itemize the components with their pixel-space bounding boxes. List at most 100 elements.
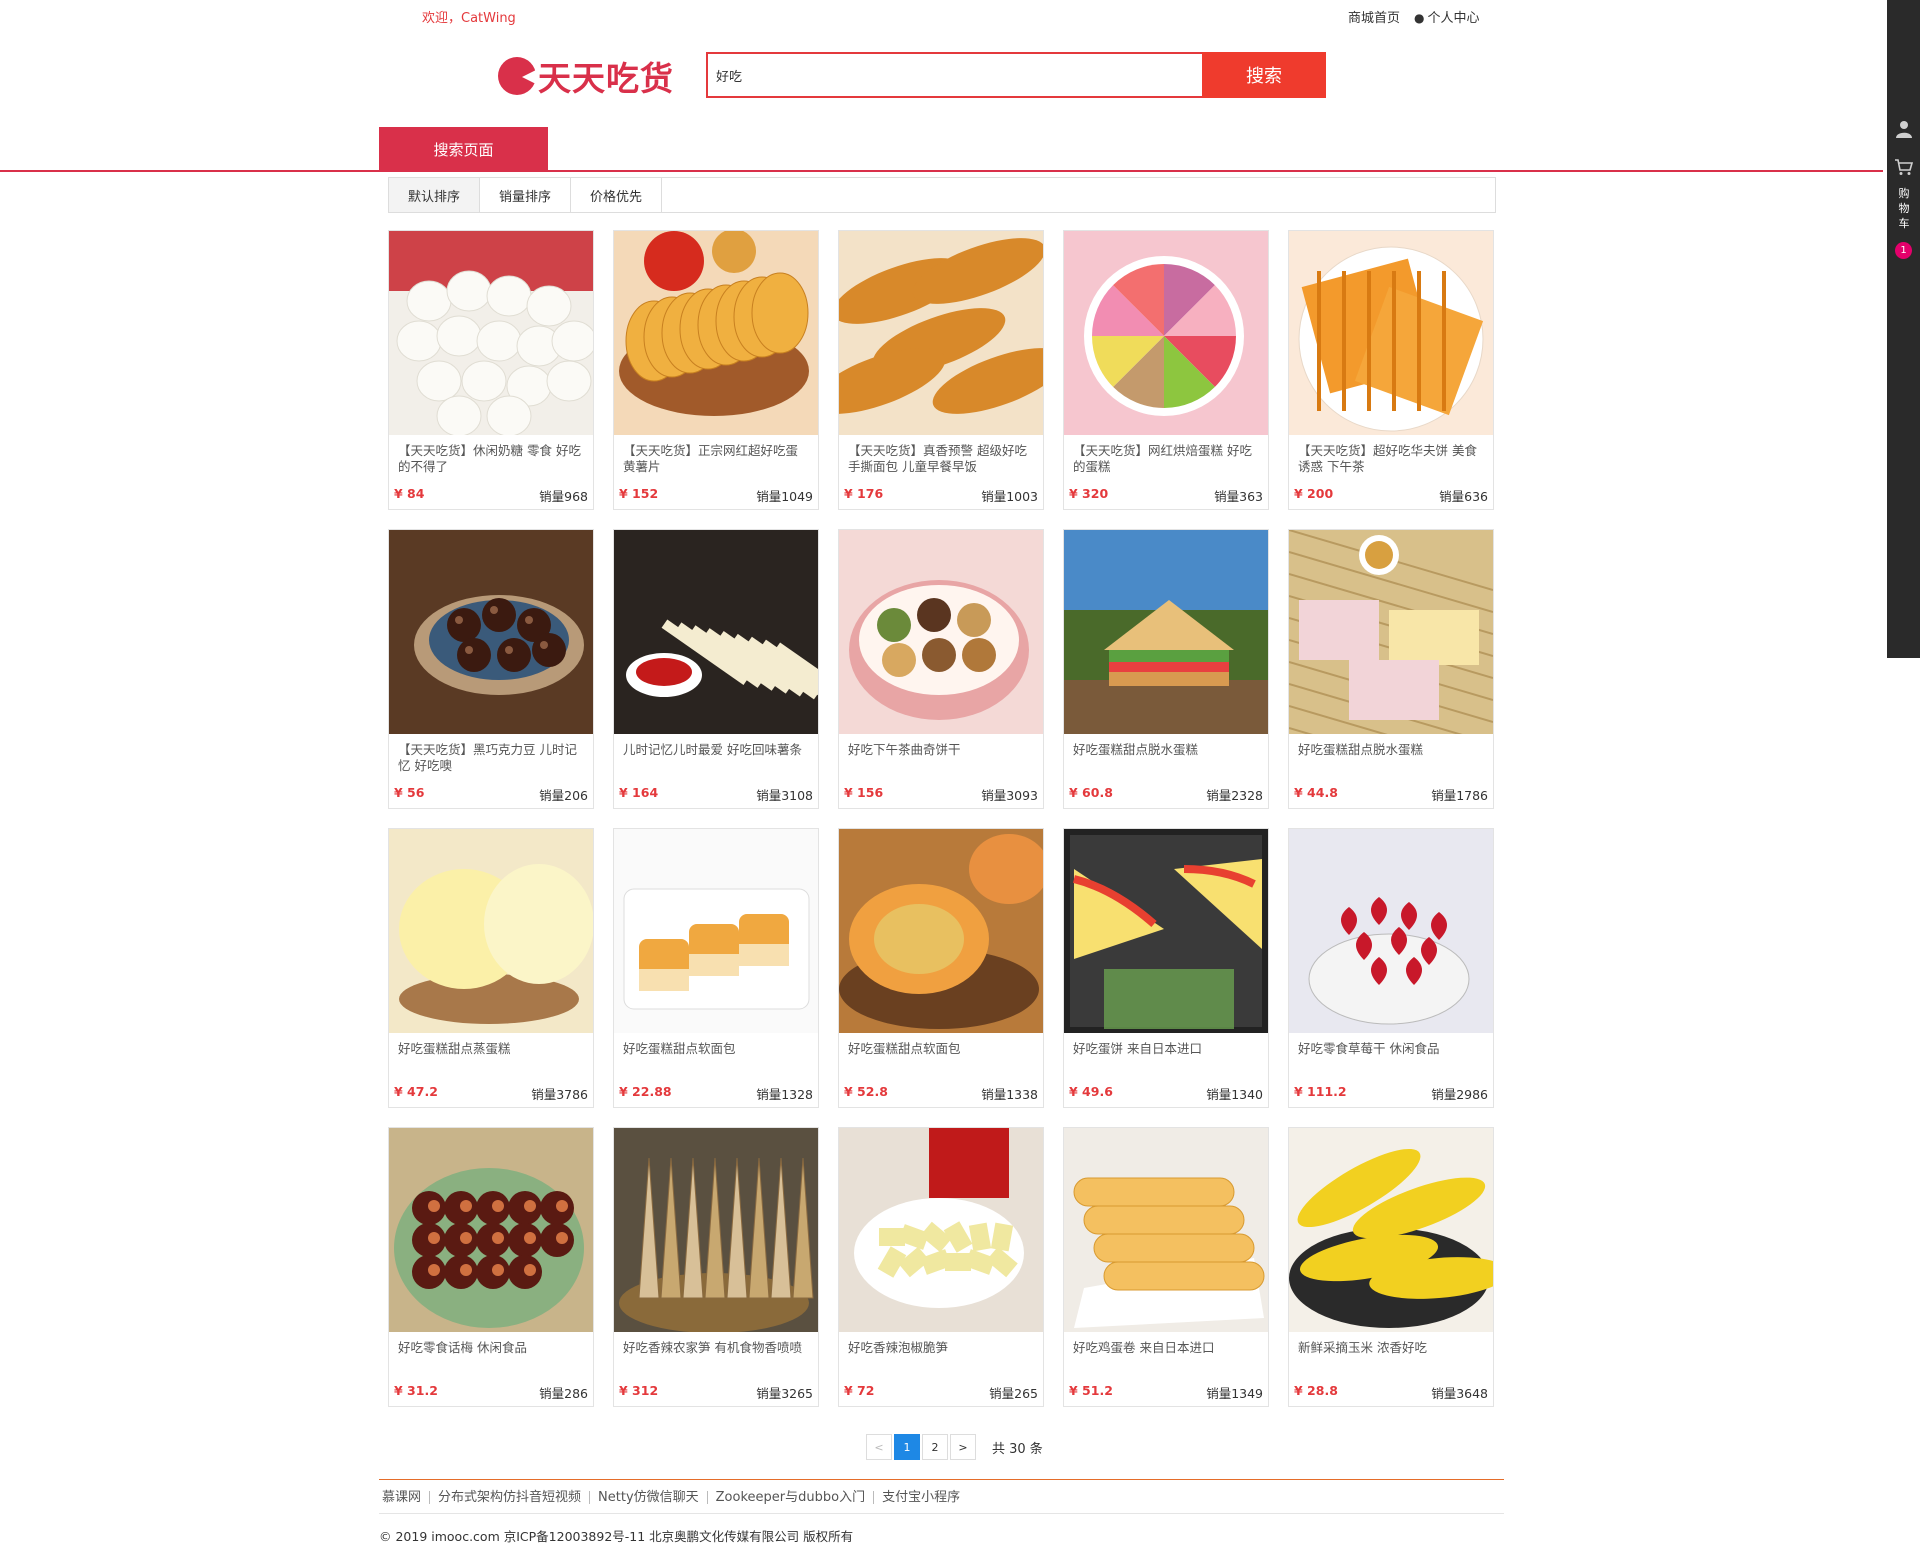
product-name[interactable]: 好吃蛋饼 来自日本进口	[1073, 1041, 1259, 1075]
product-price: ¥ 28.8	[1294, 1383, 1338, 1398]
sort-default[interactable]: 默认排序	[389, 178, 480, 212]
product-card[interactable]: 好吃下午茶曲奇饼干 ¥ 156 销量3093	[838, 529, 1044, 809]
search-bar: 搜索	[706, 52, 1326, 98]
product-image[interactable]	[614, 829, 818, 1033]
product-image[interactable]	[1064, 829, 1268, 1033]
footer-divider-2	[379, 1513, 1504, 1514]
footer-divider	[379, 1479, 1504, 1480]
product-card[interactable]: 好吃香辣泡椒脆笋 ¥ 72 销量265	[838, 1127, 1044, 1407]
product-card[interactable]: 好吃蛋糕甜点软面包 ¥ 52.8 销量1338	[838, 828, 1044, 1108]
product-sales: 销量3265	[756, 1386, 813, 1401]
user-icon: ●	[1414, 11, 1425, 25]
home-link[interactable]: 商城首页	[1348, 7, 1400, 26]
product-price: ¥ 320	[1069, 486, 1109, 501]
tab-search-page[interactable]: 搜索页面	[379, 127, 548, 171]
product-card[interactable]: 好吃蛋糕甜点蒸蛋糕 ¥ 47.2 销量3786	[388, 828, 594, 1108]
product-card[interactable]: 好吃香辣农家笋 有机食物香喷喷 ¥ 312 销量3265	[613, 1127, 819, 1407]
product-name[interactable]: 【天天吃货】黑巧克力豆 儿时记忆 好吃噢	[398, 742, 584, 776]
search-input[interactable]	[706, 52, 1202, 98]
search-button[interactable]: 搜索	[1202, 52, 1326, 98]
product-image[interactable]	[1064, 231, 1268, 435]
product-name[interactable]: 好吃零食话梅 休闲食品	[398, 1340, 584, 1374]
footer-link[interactable]: 慕课网	[382, 1491, 431, 1504]
product-image[interactable]	[839, 231, 1043, 435]
page-1-button[interactable]: 1	[894, 1434, 920, 1460]
product-name[interactable]: 好吃蛋糕甜点脱水蛋糕	[1298, 742, 1484, 776]
product-name[interactable]: 好吃蛋糕甜点软面包	[848, 1041, 1034, 1075]
product-image[interactable]	[839, 829, 1043, 1033]
product-card[interactable]: 好吃鸡蛋卷 来自日本进口 ¥ 51.2 销量1349	[1063, 1127, 1269, 1407]
product-card[interactable]: 好吃蛋饼 来自日本进口 ¥ 49.6 销量1340	[1063, 828, 1269, 1108]
product-price: ¥ 60.8	[1069, 785, 1113, 800]
user-center-link[interactable]: ● 个人中心	[1414, 7, 1480, 26]
product-image[interactable]	[1064, 1128, 1268, 1332]
product-name[interactable]: 新鲜采摘玉米 浓香好吃	[1298, 1340, 1484, 1374]
product-image[interactable]	[614, 231, 818, 435]
product-name[interactable]: 好吃零食草莓干 休闲食品	[1298, 1041, 1484, 1075]
product-image[interactable]	[389, 530, 593, 734]
sort-by-sales[interactable]: 销量排序	[480, 178, 571, 212]
product-card[interactable]: 好吃蛋糕甜点软面包 ¥ 22.88 销量1328	[613, 828, 819, 1108]
product-image[interactable]	[614, 530, 818, 734]
product-name[interactable]: 好吃蛋糕甜点脱水蛋糕	[1073, 742, 1259, 776]
product-image[interactable]	[389, 231, 593, 435]
product-card[interactable]: 好吃蛋糕甜点脱水蛋糕 ¥ 60.8 销量2328	[1063, 529, 1269, 809]
product-name[interactable]: 好吃下午茶曲奇饼干	[848, 742, 1034, 776]
product-card[interactable]: 【天天吃货】真香预警 超级好吃 手撕面包 儿童早餐早饭 ¥ 176 销量1003	[838, 230, 1044, 510]
product-image[interactable]	[389, 1128, 593, 1332]
sort-by-price[interactable]: 价格优先	[571, 178, 662, 212]
product-card[interactable]: 【天天吃货】网红烘焙蛋糕 好吃的蛋糕 ¥ 320 销量363	[1063, 230, 1269, 510]
user-center-label: 个人中心	[1427, 11, 1480, 26]
page-2-button[interactable]: 2	[922, 1434, 948, 1460]
site-logo[interactable]: 天天吃货	[498, 52, 674, 100]
product-image[interactable]	[389, 829, 593, 1033]
right-sidebar: 购物车 1	[1887, 0, 1920, 658]
product-name[interactable]: 【天天吃货】休闲奶糖 零食 好吃的不得了	[398, 443, 584, 477]
footer-link[interactable]: 分布式架构仿抖音短视频	[430, 1491, 591, 1504]
product-price: ¥ 200	[1294, 486, 1334, 501]
product-image[interactable]	[839, 530, 1043, 734]
product-image[interactable]	[839, 1128, 1043, 1332]
prev-page-button[interactable]: <	[866, 1434, 892, 1460]
product-name[interactable]: 【天天吃货】真香预警 超级好吃 手撕面包 儿童早餐早饭	[848, 443, 1034, 477]
product-card[interactable]: 【天天吃货】正宗网红超好吃蛋黄薯片 ¥ 152 销量1049	[613, 230, 819, 510]
cart-label[interactable]: 购物车	[1897, 186, 1911, 231]
product-card[interactable]: 【天天吃货】超好吃华夫饼 美食诱惑 下午茶 ¥ 200 销量636	[1288, 230, 1494, 510]
product-name[interactable]: 好吃蛋糕甜点蒸蛋糕	[398, 1041, 584, 1075]
product-image[interactable]	[1289, 1128, 1493, 1332]
product-name[interactable]: 好吃蛋糕甜点软面包	[623, 1041, 809, 1075]
product-price: ¥ 111.2	[1294, 1084, 1347, 1099]
product-name[interactable]: 【天天吃货】超好吃华夫饼 美食诱惑 下午茶	[1298, 443, 1484, 477]
product-name[interactable]: 好吃鸡蛋卷 来自日本进口	[1073, 1340, 1259, 1374]
user-icon[interactable]	[1896, 120, 1912, 138]
product-name[interactable]: 好吃香辣农家笋 有机食物香喷喷	[623, 1340, 809, 1374]
product-card[interactable]: 儿时记忆儿时最爱 好吃回味薯条 ¥ 164 销量3108	[613, 529, 819, 809]
product-name[interactable]: 【天天吃货】网红烘焙蛋糕 好吃的蛋糕	[1073, 443, 1259, 477]
product-price: ¥ 56	[394, 785, 425, 800]
nav-divider	[0, 170, 1883, 172]
footer-link[interactable]: Zookeeper与dubbo入门	[708, 1491, 875, 1504]
product-card[interactable]: 新鲜采摘玉米 浓香好吃 ¥ 28.8 销量3648	[1288, 1127, 1494, 1407]
product-image[interactable]	[614, 1128, 818, 1332]
product-sales: 销量3786	[531, 1087, 588, 1102]
product-name[interactable]: 儿时记忆儿时最爱 好吃回味薯条	[623, 742, 809, 776]
product-image[interactable]	[1064, 530, 1268, 734]
footer-link[interactable]: 支付宝小程序	[874, 1491, 968, 1504]
cart-icon[interactable]	[1894, 158, 1914, 176]
product-card[interactable]: 【天天吃货】黑巧克力豆 儿时记忆 好吃噢 ¥ 56 销量206	[388, 529, 594, 809]
product-price: ¥ 164	[619, 785, 659, 800]
product-image[interactable]	[1289, 829, 1493, 1033]
product-card[interactable]: 好吃零食话梅 休闲食品 ¥ 31.2 销量286	[388, 1127, 594, 1407]
next-page-button[interactable]: >	[950, 1434, 976, 1460]
product-image[interactable]	[1289, 530, 1493, 734]
footer-link[interactable]: Netty仿微信聊天	[590, 1491, 708, 1504]
product-image[interactable]	[1289, 231, 1493, 435]
product-card[interactable]: 好吃蛋糕甜点脱水蛋糕 ¥ 44.8 销量1786	[1288, 529, 1494, 809]
product-sales: 销量286	[539, 1386, 588, 1401]
product-card[interactable]: 好吃零食草莓干 休闲食品 ¥ 111.2 销量2986	[1288, 828, 1494, 1108]
product-price: ¥ 176	[844, 486, 884, 501]
product-name[interactable]: 【天天吃货】正宗网红超好吃蛋黄薯片	[623, 443, 809, 477]
product-card[interactable]: 【天天吃货】休闲奶糖 零食 好吃的不得了 ¥ 84 销量968	[388, 230, 594, 510]
product-price: ¥ 51.2	[1069, 1383, 1113, 1398]
product-name[interactable]: 好吃香辣泡椒脆笋	[848, 1340, 1034, 1374]
